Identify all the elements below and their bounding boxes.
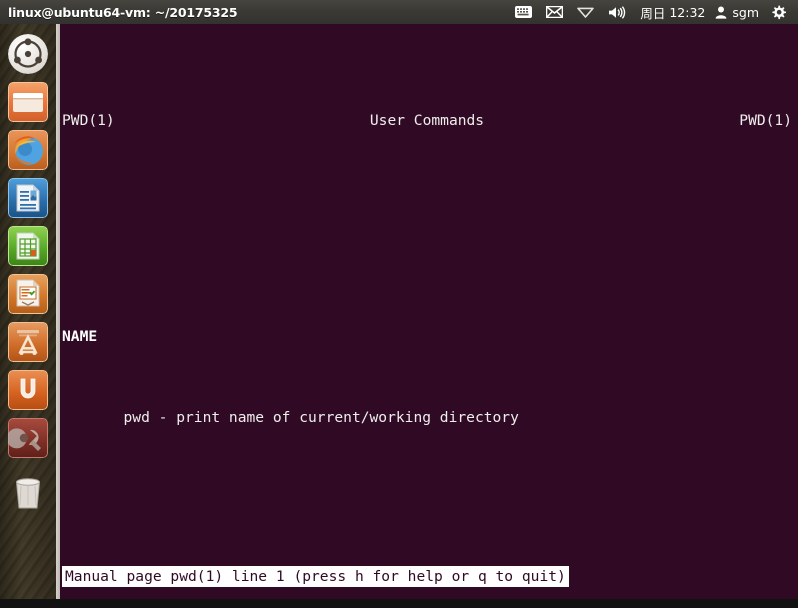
screen-bottom-edge: [0, 599, 798, 608]
terminal-window[interactable]: PWD(1) User Commands PWD(1) NAME pwd - p…: [56, 24, 798, 599]
clock-indicator[interactable]: 周日 12:32: [633, 0, 709, 24]
gear-icon[interactable]: [765, 0, 794, 24]
window-title: linux@ubuntu64-vm: ~/20175325: [8, 4, 238, 20]
clock-date: 周日: [640, 5, 666, 21]
man-header-left: PWD(1): [62, 112, 115, 129]
username-label: sgm: [732, 4, 759, 20]
terminal-left-edge: [56, 24, 60, 599]
launcher-item-libreoffice-calc[interactable]: [8, 226, 48, 266]
name-heading-text: NAME: [62, 328, 98, 345]
top-panel: linux@ubuntu64-vm: ~/20175325 周日 12:32 s…: [0, 0, 798, 24]
user-menu[interactable]: sgm: [709, 0, 765, 24]
keyboard-icon[interactable]: [508, 0, 539, 24]
launcher-item-ubuntu-one[interactable]: [8, 370, 48, 410]
launcher-item-libreoffice-impress[interactable]: [8, 274, 48, 314]
launcher-item-ubuntu-dash[interactable]: [8, 34, 48, 74]
name-body: pwd - print name of current/working dire…: [62, 409, 519, 426]
speaker-icon[interactable]: [601, 0, 633, 24]
man-header-right: PWD(1): [739, 112, 792, 129]
unity-launcher: [0, 24, 56, 608]
clock-time: 12:32: [669, 4, 706, 20]
system-tray: 周日 12:32 sgm: [508, 0, 798, 24]
launcher-item-system-settings[interactable]: [8, 418, 48, 458]
man-header-center: User Commands: [369, 112, 485, 129]
envelope-icon[interactable]: [539, 0, 570, 24]
wifi-icon[interactable]: [570, 0, 601, 24]
man-header: PWD(1) User Commands PWD(1): [62, 107, 798, 134]
less-status-bar: Manual page pwd(1) line 1 (press h for h…: [62, 566, 569, 587]
launcher-item-libreoffice-writer[interactable]: [8, 178, 48, 218]
desktop-screen: linux@ubuntu64-vm: ~/20175325 周日 12:32 s…: [0, 0, 798, 608]
man-page-content: PWD(1) User Commands PWD(1) NAME pwd - p…: [62, 26, 798, 599]
launcher-item-firefox[interactable]: [8, 130, 48, 170]
launcher-item-software-center[interactable]: [8, 322, 48, 362]
section-heading-name: NAME: [62, 323, 798, 350]
launcher-item-trash[interactable]: [8, 472, 48, 512]
launcher-item-files[interactable]: [8, 82, 48, 122]
